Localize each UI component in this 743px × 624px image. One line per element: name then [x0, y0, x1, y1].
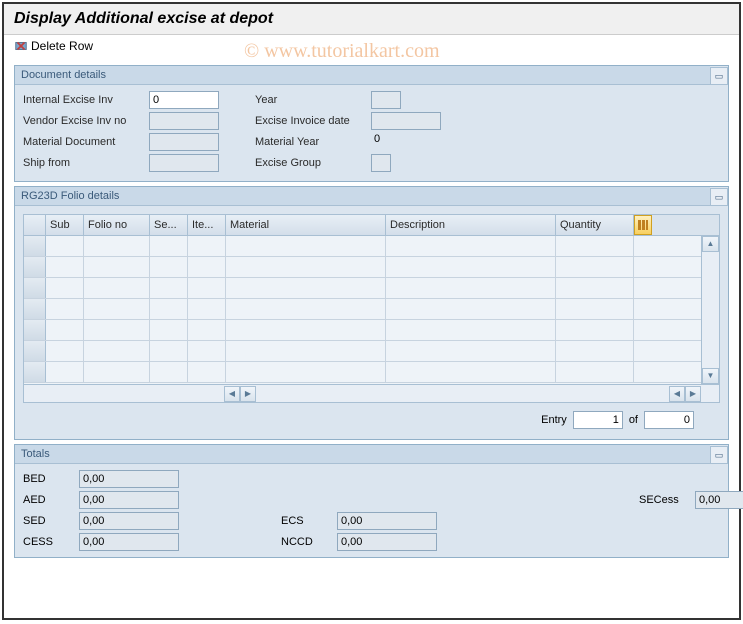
invoice-date-input[interactable] [371, 112, 441, 130]
internal-excise-label: Internal Excise Inv [23, 94, 143, 106]
page-title: Display Additional excise at depot [4, 4, 739, 35]
vendor-excise-label: Vendor Excise Inv no [23, 115, 143, 127]
table-row[interactable] [24, 278, 719, 299]
row-selector-header [24, 215, 46, 235]
scroll-left-end-button[interactable]: ◀ [669, 386, 685, 402]
panel-collapse-button[interactable]: ▭ [710, 67, 728, 85]
cess-input [79, 533, 179, 551]
excise-group-label: Excise Group [255, 157, 365, 169]
entry-label: Entry [541, 414, 567, 426]
invoice-date-label: Excise Invoice date [255, 115, 365, 127]
table-row[interactable] [24, 320, 719, 341]
of-label: of [629, 414, 638, 426]
grid-vertical-scrollbar[interactable]: ▲ ▼ [701, 236, 719, 384]
nccd-label: NCCD [281, 536, 331, 548]
ship-from-label: Ship from [23, 157, 143, 169]
table-row[interactable] [24, 341, 719, 362]
of-input[interactable] [644, 411, 694, 429]
folio-grid: Sub Folio no Se... Ite... Material Descr… [23, 214, 720, 403]
delete-row-icon [14, 39, 28, 53]
secess-input [695, 491, 743, 509]
ship-from-input[interactable] [149, 154, 219, 172]
sed-label: SED [23, 515, 73, 527]
table-row[interactable] [24, 236, 719, 257]
bed-input [79, 470, 179, 488]
folio-details-panel: RG23D Folio details ▭ Sub Folio no Se...… [14, 186, 729, 440]
secess-label: SECess [639, 494, 689, 506]
internal-excise-input[interactable] [149, 91, 219, 109]
scroll-left-button[interactable]: ◀ [224, 386, 240, 402]
material-doc-input[interactable] [149, 133, 219, 151]
scroll-right-end-button[interactable]: ▶ [685, 386, 701, 402]
col-sub[interactable]: Sub [46, 215, 84, 235]
table-row[interactable] [24, 362, 719, 383]
aed-input [79, 491, 179, 509]
grid-horizontal-scrollbar[interactable]: ◀ ▶ ◀ ▶ [24, 384, 719, 402]
col-quantity[interactable]: Quantity [556, 215, 634, 235]
col-ite[interactable]: Ite... [188, 215, 226, 235]
year-label: Year [255, 94, 365, 106]
grid-config-button[interactable] [634, 215, 652, 235]
scroll-right-button[interactable]: ▶ [240, 386, 256, 402]
ecs-label: ECS [281, 515, 331, 527]
sed-input [79, 512, 179, 530]
table-row[interactable] [24, 299, 719, 320]
cess-label: CESS [23, 536, 73, 548]
scroll-up-button[interactable]: ▲ [702, 236, 719, 252]
col-folio[interactable]: Folio no [84, 215, 150, 235]
table-row[interactable] [24, 257, 719, 278]
ecs-input [337, 512, 437, 530]
col-se[interactable]: Se... [150, 215, 188, 235]
material-doc-label: Material Document [23, 136, 143, 148]
year-input[interactable] [371, 91, 401, 109]
excise-group-input[interactable] [371, 154, 391, 172]
nccd-input [337, 533, 437, 551]
aed-label: AED [23, 494, 73, 506]
totals-title: Totals [15, 445, 710, 464]
document-details-title: Document details [15, 66, 710, 85]
delete-row-button[interactable]: Delete Row [14, 39, 93, 53]
document-details-panel: Document details ▭ Internal Excise Inv Y… [14, 65, 729, 182]
entry-input[interactable] [573, 411, 623, 429]
bed-label: BED [23, 473, 73, 485]
folio-details-title: RG23D Folio details [15, 187, 710, 206]
vendor-excise-input[interactable] [149, 112, 219, 130]
grid-config-icon [637, 219, 649, 231]
material-year-value: 0 [371, 133, 411, 151]
panel-collapse-button[interactable]: ▭ [710, 188, 728, 206]
totals-panel: Totals ▭ BED AED SECess SED ECS CESS [14, 444, 729, 558]
col-material[interactable]: Material [226, 215, 386, 235]
panel-collapse-button[interactable]: ▭ [710, 446, 728, 464]
col-description[interactable]: Description [386, 215, 556, 235]
delete-row-label: Delete Row [31, 39, 93, 53]
material-year-label: Material Year [255, 136, 365, 148]
scroll-down-button[interactable]: ▼ [702, 368, 719, 384]
